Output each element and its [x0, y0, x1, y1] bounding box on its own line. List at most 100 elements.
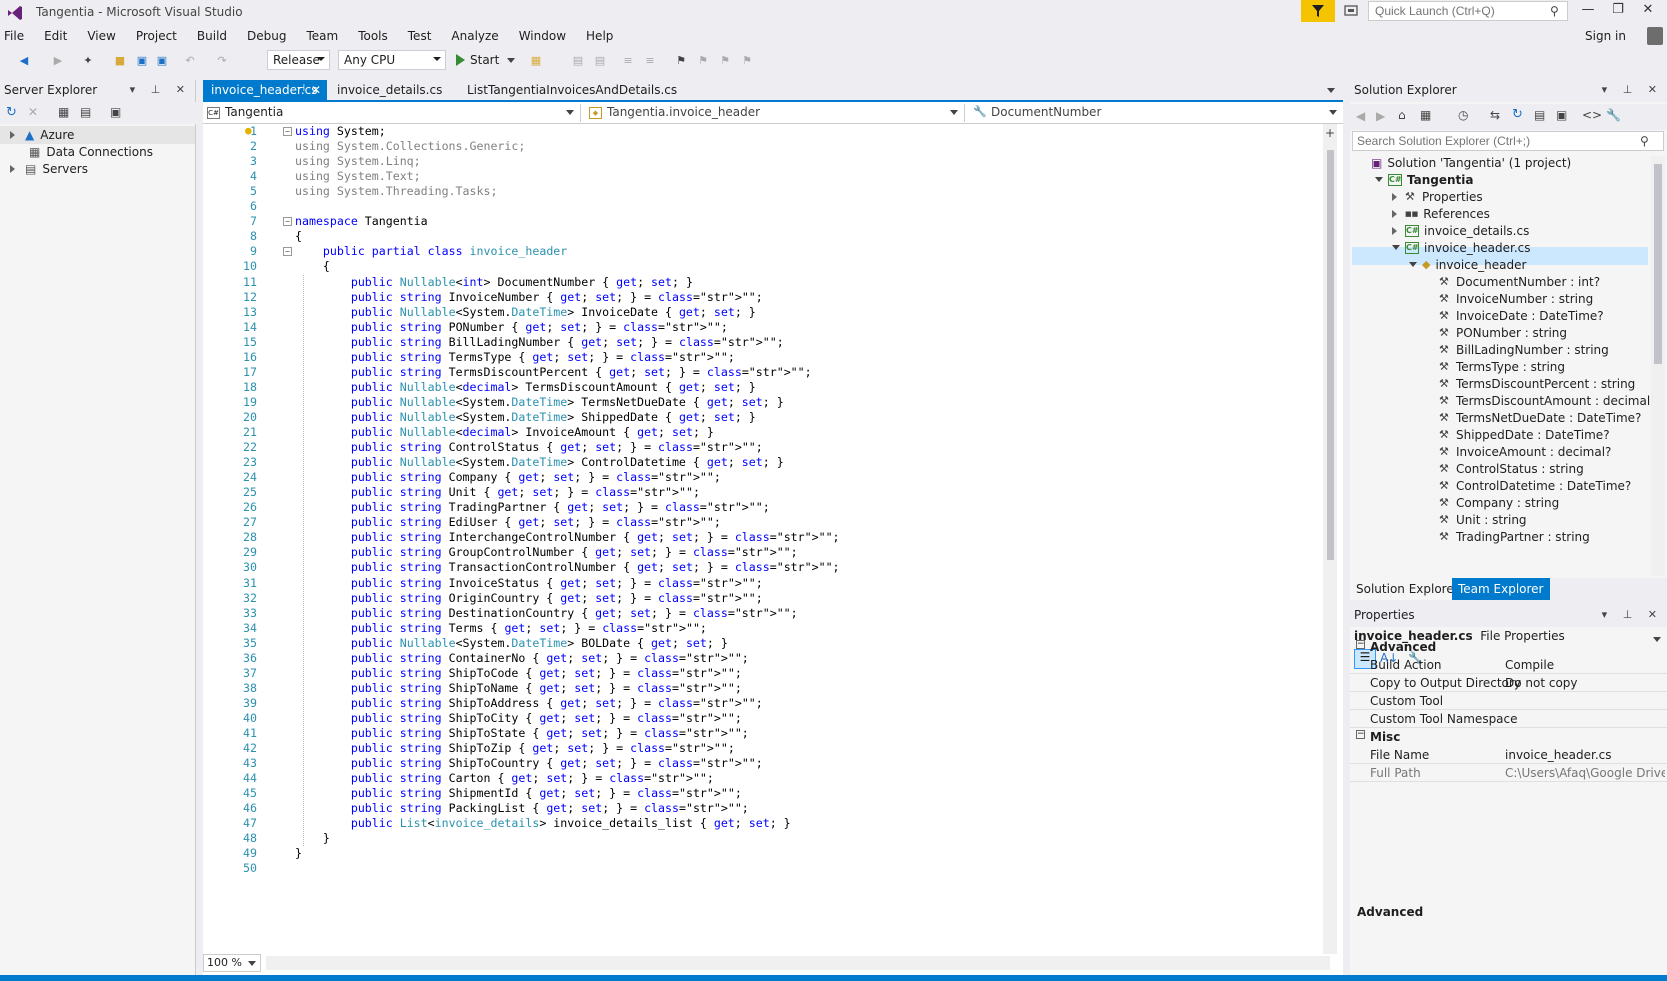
back-icon[interactable]: ◀	[1356, 109, 1365, 123]
menu-team[interactable]: Team	[296, 26, 348, 48]
member-node[interactable]: ⚒ BillLadingNumber : string	[1426, 341, 1609, 358]
view-code-icon[interactable]: <>	[1582, 108, 1602, 122]
property-row[interactable]: File Name invoice_header.cs	[1350, 746, 1667, 764]
chevron-down-icon[interactable]	[248, 961, 256, 966]
tab-list-tangentia[interactable]: ListTangentiaInvoicesAndDetails.cs	[459, 80, 685, 102]
new-project-icon[interactable]: ✦	[80, 52, 96, 68]
type-nav-select[interactable]: ◆ Tangentia.invoice_header	[585, 104, 965, 122]
member-node[interactable]: ⚒ InvoiceNumber : string	[1426, 290, 1593, 307]
collapse-region-icon[interactable]: −	[283, 247, 292, 257]
editor-horizontal-scrollbar[interactable]	[266, 956, 1330, 970]
collapse-region-icon[interactable]: −	[283, 127, 292, 136]
properties-wrench-icon[interactable]: 🔧	[1606, 108, 1621, 122]
menu-analyze[interactable]: Analyze	[441, 26, 508, 48]
connect-server-icon[interactable]: ▤	[80, 105, 91, 119]
project-node[interactable]: C# Tangentia	[1375, 171, 1474, 188]
menu-file[interactable]: File	[0, 26, 34, 48]
menu-view[interactable]: View	[77, 26, 125, 48]
property-value[interactable]: Do not copy	[1505, 676, 1665, 690]
project-nav-select[interactable]: C# Tangentia	[203, 104, 581, 122]
redo-icon[interactable]: ↷	[214, 52, 230, 68]
menu-project[interactable]: Project	[126, 26, 187, 48]
undo-icon[interactable]: ↶	[182, 52, 198, 68]
chevron-down-icon[interactable]	[1329, 110, 1337, 115]
member-node[interactable]: ⚒ DocumentNumber : int?	[1426, 273, 1600, 290]
collapse-region-icon[interactable]: −	[283, 217, 292, 227]
navigate-forward-icon[interactable]: ▶	[50, 52, 66, 68]
step-over-icon[interactable]: ▤	[592, 52, 608, 68]
sign-in-link[interactable]: Sign in	[1585, 29, 1626, 43]
invoice-header-node[interactable]: C# invoice_header.cs	[1392, 239, 1531, 256]
home-icon[interactable]: ⌂	[1398, 108, 1406, 122]
member-node[interactable]: ⚒ ShippedDate : DateTime?	[1426, 426, 1610, 443]
panel-controls[interactable]: ▾ ⊥ ✕	[130, 83, 191, 96]
property-row[interactable]: Custom Tool Namespace	[1350, 710, 1667, 728]
panel-controls[interactable]: ▾ ⊥ ✕	[1602, 608, 1663, 621]
property-value[interactable]: invoice_header.cs	[1505, 748, 1665, 762]
property-row[interactable]: Full Path C:\Users\Afaq\Google Drive\A	[1350, 764, 1667, 782]
collapse-icon[interactable]	[1392, 245, 1400, 250]
references-node[interactable]: ■■ References	[1392, 205, 1490, 222]
member-node[interactable]: ⚒ ControlDatetime : DateTime?	[1426, 477, 1631, 494]
uncomment-icon[interactable]: ≡	[642, 52, 658, 68]
refresh-icon[interactable]: ↻	[6, 105, 17, 120]
chevron-down-icon[interactable]	[950, 110, 958, 115]
panel-controls[interactable]: ▾ ⊥ ✕	[1602, 83, 1663, 96]
property-category[interactable]: − Misc	[1350, 728, 1667, 746]
tab-team-explorer[interactable]: Team Explorer	[1452, 578, 1550, 600]
search-icon[interactable]: ⚲	[1550, 4, 1559, 18]
collapse-category-icon[interactable]: −	[1356, 730, 1365, 739]
tab-overflow-icon[interactable]	[1327, 88, 1335, 93]
lightbulb-icon[interactable]: ●	[245, 124, 252, 137]
maximize-button[interactable]: ❐	[1603, 2, 1633, 22]
account-icon[interactable]	[1647, 27, 1663, 45]
minimize-button[interactable]: —	[1573, 2, 1603, 22]
member-node[interactable]: ⚒ InvoiceAmount : decimal?	[1426, 443, 1611, 460]
menu-window[interactable]: Window	[509, 26, 576, 48]
previous-bookmark-icon[interactable]: ⚑	[695, 52, 711, 68]
code-text-area[interactable]: 1 using System; 2 using System.Collections.…	[203, 124, 1333, 954]
solution-node[interactable]: ▣ Solution 'Tangentia' (1 project)	[1358, 154, 1571, 171]
member-node[interactable]: ⚒ PONumber : string	[1426, 324, 1567, 341]
next-bookmark-icon[interactable]: ⚑	[717, 52, 733, 68]
solution-platform-select[interactable]: Any CPU	[338, 50, 446, 70]
forward-icon[interactable]: ▶	[1376, 109, 1385, 123]
feedback-icon[interactable]	[1342, 2, 1360, 20]
tab-invoice-details[interactable]: invoice_details.cs	[329, 80, 450, 102]
member-node[interactable]: ⚒ ControlStatus : string	[1426, 460, 1584, 477]
class-node[interactable]: ◆ invoice_header	[1409, 256, 1526, 273]
comment-icon[interactable]: ≡	[620, 52, 636, 68]
notifications-filter-icon[interactable]	[1301, 0, 1335, 22]
refresh-icon[interactable]: ↻	[1512, 107, 1523, 122]
sync-icon[interactable]: ⇆	[1490, 108, 1500, 122]
property-value[interactable]: Compile	[1505, 658, 1665, 672]
switch-views-icon[interactable]: ▦	[1420, 108, 1431, 122]
chevron-down-icon[interactable]	[566, 110, 574, 115]
collapse-icon[interactable]	[1375, 177, 1383, 182]
member-node[interactable]: ⚒ TermsNetDueDate : DateTime?	[1426, 409, 1641, 426]
property-row[interactable]: Custom Tool	[1350, 692, 1667, 710]
solution-configuration-select[interactable]: Release	[267, 50, 330, 70]
navigate-back-icon[interactable]: ◀	[16, 52, 32, 68]
menu-debug[interactable]: Debug	[237, 26, 296, 48]
menu-test[interactable]: Test	[398, 26, 442, 48]
stop-icon[interactable]: ✕	[28, 105, 38, 119]
collapse-category-icon[interactable]: −	[1356, 640, 1365, 649]
open-file-icon[interactable]: ■	[112, 52, 128, 68]
editor-scroll-thumb[interactable]	[1327, 150, 1334, 560]
collapse-icon[interactable]	[1409, 262, 1417, 267]
pin-icon[interactable]: ⊣	[296, 83, 305, 94]
member-node[interactable]: ⚒ TermsDiscountAmount : decimal?	[1426, 392, 1657, 409]
property-category[interactable]: − Advanced	[1350, 638, 1667, 656]
expand-icon[interactable]	[10, 165, 15, 173]
clear-bookmarks-icon[interactable]: ⚑	[739, 52, 755, 68]
quick-launch-input[interactable]	[1368, 1, 1568, 21]
save-icon[interactable]: ▣	[134, 52, 150, 68]
member-node[interactable]: ⚒ TermsType : string	[1426, 358, 1565, 375]
browser-link-icon[interactable]: ▦	[528, 52, 544, 68]
expand-icon[interactable]	[1392, 209, 1400, 218]
collapse-all-icon[interactable]: ▤	[1534, 108, 1545, 122]
tree-item-azure[interactable]: ▲ Azure	[10, 126, 74, 144]
split-editor-icon[interactable]: +	[1325, 126, 1335, 140]
expand-icon[interactable]	[1392, 192, 1400, 201]
